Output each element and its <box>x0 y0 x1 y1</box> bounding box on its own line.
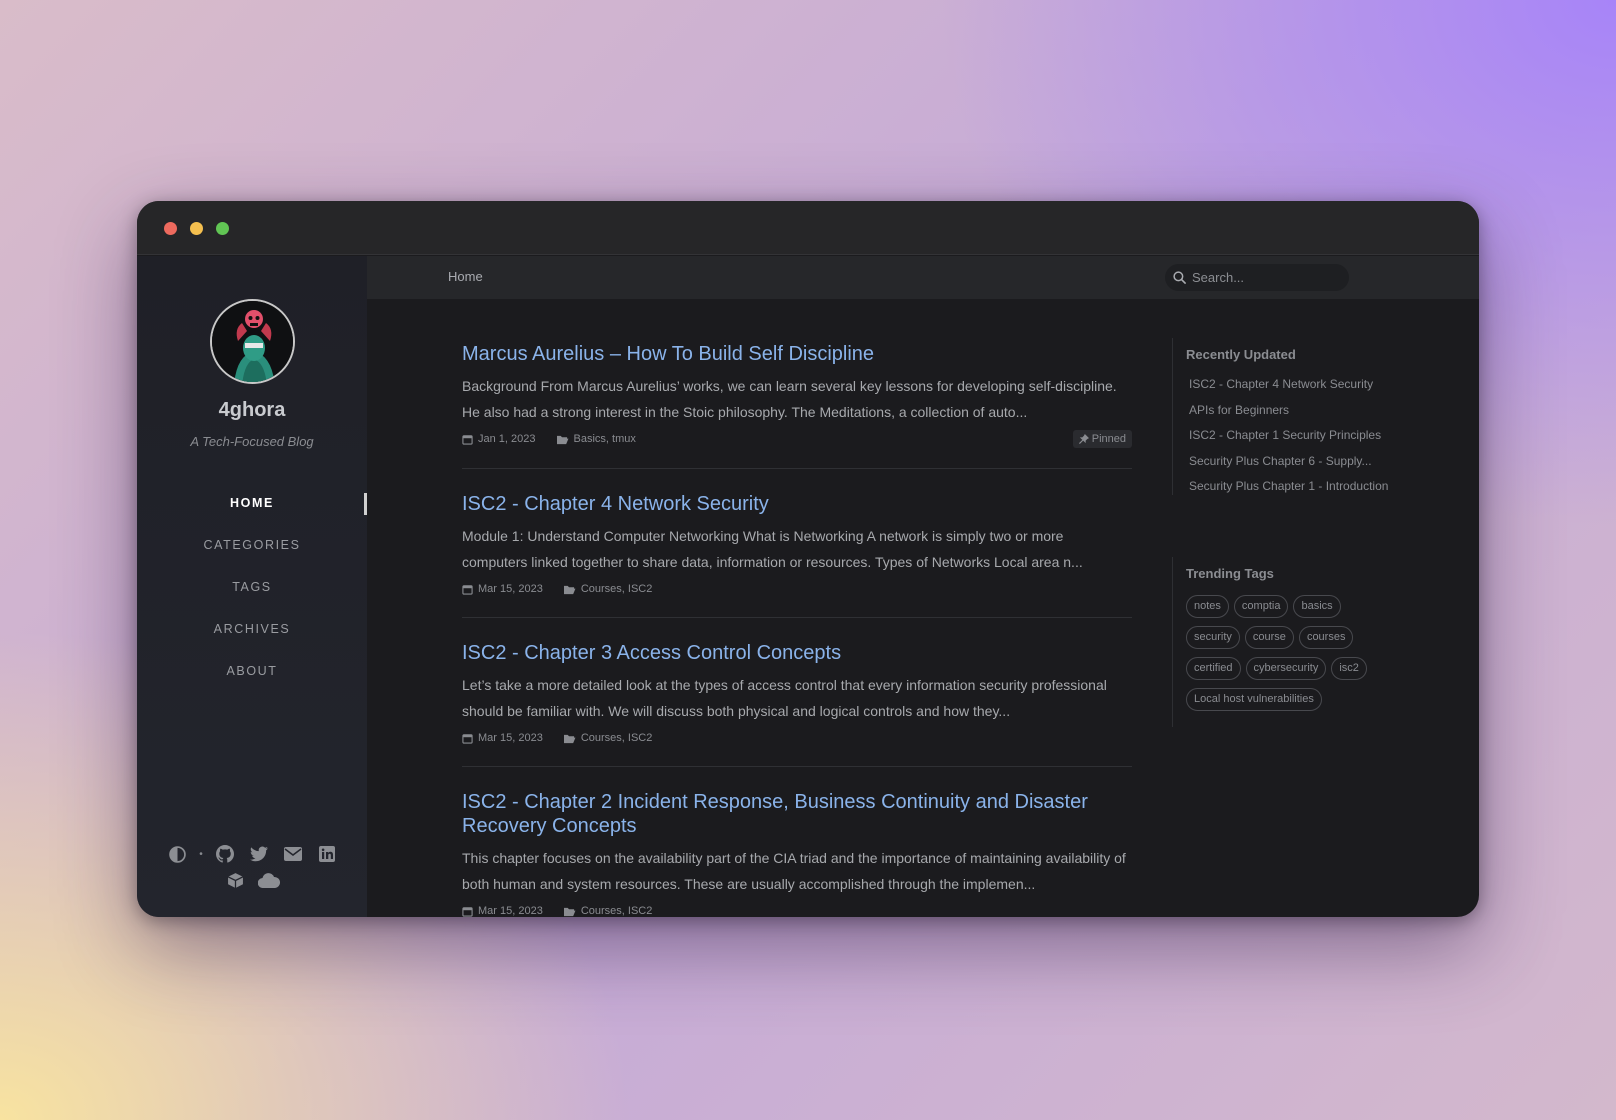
tag-chip[interactable]: courses <box>1298 626 1354 649</box>
theme-toggle-icon[interactable] <box>165 842 189 866</box>
post-excerpt: Background From Marcus Aurelius’ works, … <box>462 378 1117 420</box>
folder-open-icon <box>556 435 568 444</box>
recent-post-link[interactable]: Security Plus Chapter 1 - Introduction <box>1189 476 1402 502</box>
tag-chip[interactable]: comptia <box>1233 595 1289 618</box>
site-subtitle: A Tech-Focused Blog <box>190 434 314 449</box>
calendar-icon <box>462 434 473 445</box>
recent-post-link[interactable]: Security Plus Chapter 6 - Supply... <box>1189 451 1402 477</box>
nav-item-home[interactable]: HOME <box>137 482 367 524</box>
post-card[interactable]: ISC2 - Chapter 4 Network Security Module… <box>462 469 1132 618</box>
post-date: Mar 15, 2023 <box>478 905 543 917</box>
breadcrumb[interactable]: Home <box>448 269 483 284</box>
sidebar-nav: HOME CATEGORIES TAGS ARCHIVES ABOUT <box>137 482 367 692</box>
minimize-window-button[interactable] <box>190 222 203 235</box>
social-links: • <box>137 841 367 893</box>
nav-item-tags[interactable]: TAGS <box>137 566 367 608</box>
trending-tags-panel: Trending Tags notes comptia basics secur… <box>1172 566 1402 711</box>
tag-chip[interactable]: Local host vulnerabilities <box>1186 688 1322 711</box>
post-meta: Mar 15, 2023 Courses, ISC2 <box>462 905 1132 917</box>
post-title[interactable]: Marcus Aurelius – How To Build Self Disc… <box>462 342 1132 366</box>
close-window-button[interactable] <box>164 222 177 235</box>
github-icon[interactable] <box>213 842 237 866</box>
tag-chip[interactable]: certified <box>1186 657 1241 680</box>
post-categories[interactable]: Courses, ISC2 <box>581 583 653 595</box>
package-icon[interactable] <box>223 868 247 892</box>
top-bar: Home <box>367 256 1479 299</box>
browser-window: 4ghora A Tech-Focused Blog HOME CATEGORI… <box>137 201 1479 917</box>
avatar[interactable] <box>210 299 295 384</box>
skull-character-avatar-icon <box>212 301 293 382</box>
calendar-icon <box>462 584 473 595</box>
search-icon <box>1173 271 1186 284</box>
post-card[interactable]: Marcus Aurelius – How To Build Self Disc… <box>462 299 1132 469</box>
post-title[interactable]: ISC2 - Chapter 2 Incident Response, Busi… <box>462 790 1132 838</box>
recent-post-link[interactable]: ISC2 - Chapter 4 Network Security <box>1189 374 1402 400</box>
post-date: Mar 15, 2023 <box>478 732 543 744</box>
post-date: Jan 1, 2023 <box>478 433 536 445</box>
tag-chip[interactable]: notes <box>1186 595 1229 618</box>
post-excerpt: Let’s take a more detailed look at the t… <box>462 677 1107 719</box>
cloud-icon[interactable] <box>257 868 281 892</box>
title-bar <box>137 201 1479 255</box>
calendar-icon <box>462 733 473 744</box>
sidebar: 4ghora A Tech-Focused Blog HOME CATEGORI… <box>137 256 367 917</box>
recently-updated-heading: Recently Updated <box>1186 347 1296 362</box>
nav-item-archives[interactable]: ARCHIVES <box>137 608 367 650</box>
nav-item-about[interactable]: ABOUT <box>137 650 367 692</box>
post-categories[interactable]: Courses, ISC2 <box>581 905 653 917</box>
tag-cloud: notes comptia basics security course cou… <box>1186 595 1386 711</box>
tag-chip[interactable]: cybersecurity <box>1245 657 1327 680</box>
linkedin-icon[interactable] <box>315 842 339 866</box>
post-meta: Mar 15, 2023 Courses, ISC2 <box>462 732 1132 744</box>
post-title[interactable]: ISC2 - Chapter 3 Access Control Concepts <box>462 641 1132 665</box>
tag-chip[interactable]: basics <box>1293 595 1341 618</box>
tag-chip[interactable]: course <box>1244 626 1294 649</box>
post-excerpt: Module 1: Understand Computer Networking… <box>462 528 1083 570</box>
trending-tags-heading: Trending Tags <box>1186 566 1274 581</box>
post-meta: Mar 15, 2023 Courses, ISC2 <box>462 583 1132 595</box>
recent-post-link[interactable]: APIs for Beginners <box>1189 400 1402 426</box>
recently-updated-panel: Recently Updated ISC2 - Chapter 4 Networ… <box>1172 347 1402 502</box>
folder-open-icon <box>563 907 576 916</box>
post-card[interactable]: ISC2 - Chapter 3 Access Control Concepts… <box>462 618 1132 767</box>
post-list: Marcus Aurelius – How To Build Self Disc… <box>462 299 1132 917</box>
search-input[interactable] <box>1192 270 1342 285</box>
post-meta: Jan 1, 2023 Basics, tmux Pinned <box>462 430 1132 448</box>
email-icon[interactable] <box>281 842 305 866</box>
post-card[interactable]: ISC2 - Chapter 2 Incident Response, Busi… <box>462 767 1132 917</box>
post-excerpt: This chapter focuses on the availability… <box>462 850 1126 892</box>
recently-updated-list: ISC2 - Chapter 4 Network Security APIs f… <box>1189 374 1402 502</box>
folder-open-icon <box>563 585 576 594</box>
pinned-badge: Pinned <box>1072 430 1132 448</box>
post-date: Mar 15, 2023 <box>478 583 543 595</box>
calendar-icon <box>462 906 473 917</box>
post-title[interactable]: ISC2 - Chapter 4 Network Security <box>462 492 1132 516</box>
twitter-icon[interactable] <box>247 842 271 866</box>
maximize-window-button[interactable] <box>216 222 229 235</box>
nav-item-categories[interactable]: CATEGORIES <box>137 524 367 566</box>
post-categories[interactable]: Courses, ISC2 <box>581 732 653 744</box>
tag-chip[interactable]: security <box>1186 626 1240 649</box>
recent-post-link[interactable]: ISC2 - Chapter 1 Security Principles <box>1189 425 1402 451</box>
separator-dot: • <box>199 848 203 860</box>
post-categories[interactable]: Basics, tmux <box>574 433 636 445</box>
folder-open-icon <box>563 734 576 743</box>
pin-icon <box>1078 434 1089 444</box>
search-box[interactable] <box>1165 264 1349 291</box>
tag-chip[interactable]: isc2 <box>1331 657 1367 680</box>
site-title[interactable]: 4ghora <box>137 399 367 422</box>
